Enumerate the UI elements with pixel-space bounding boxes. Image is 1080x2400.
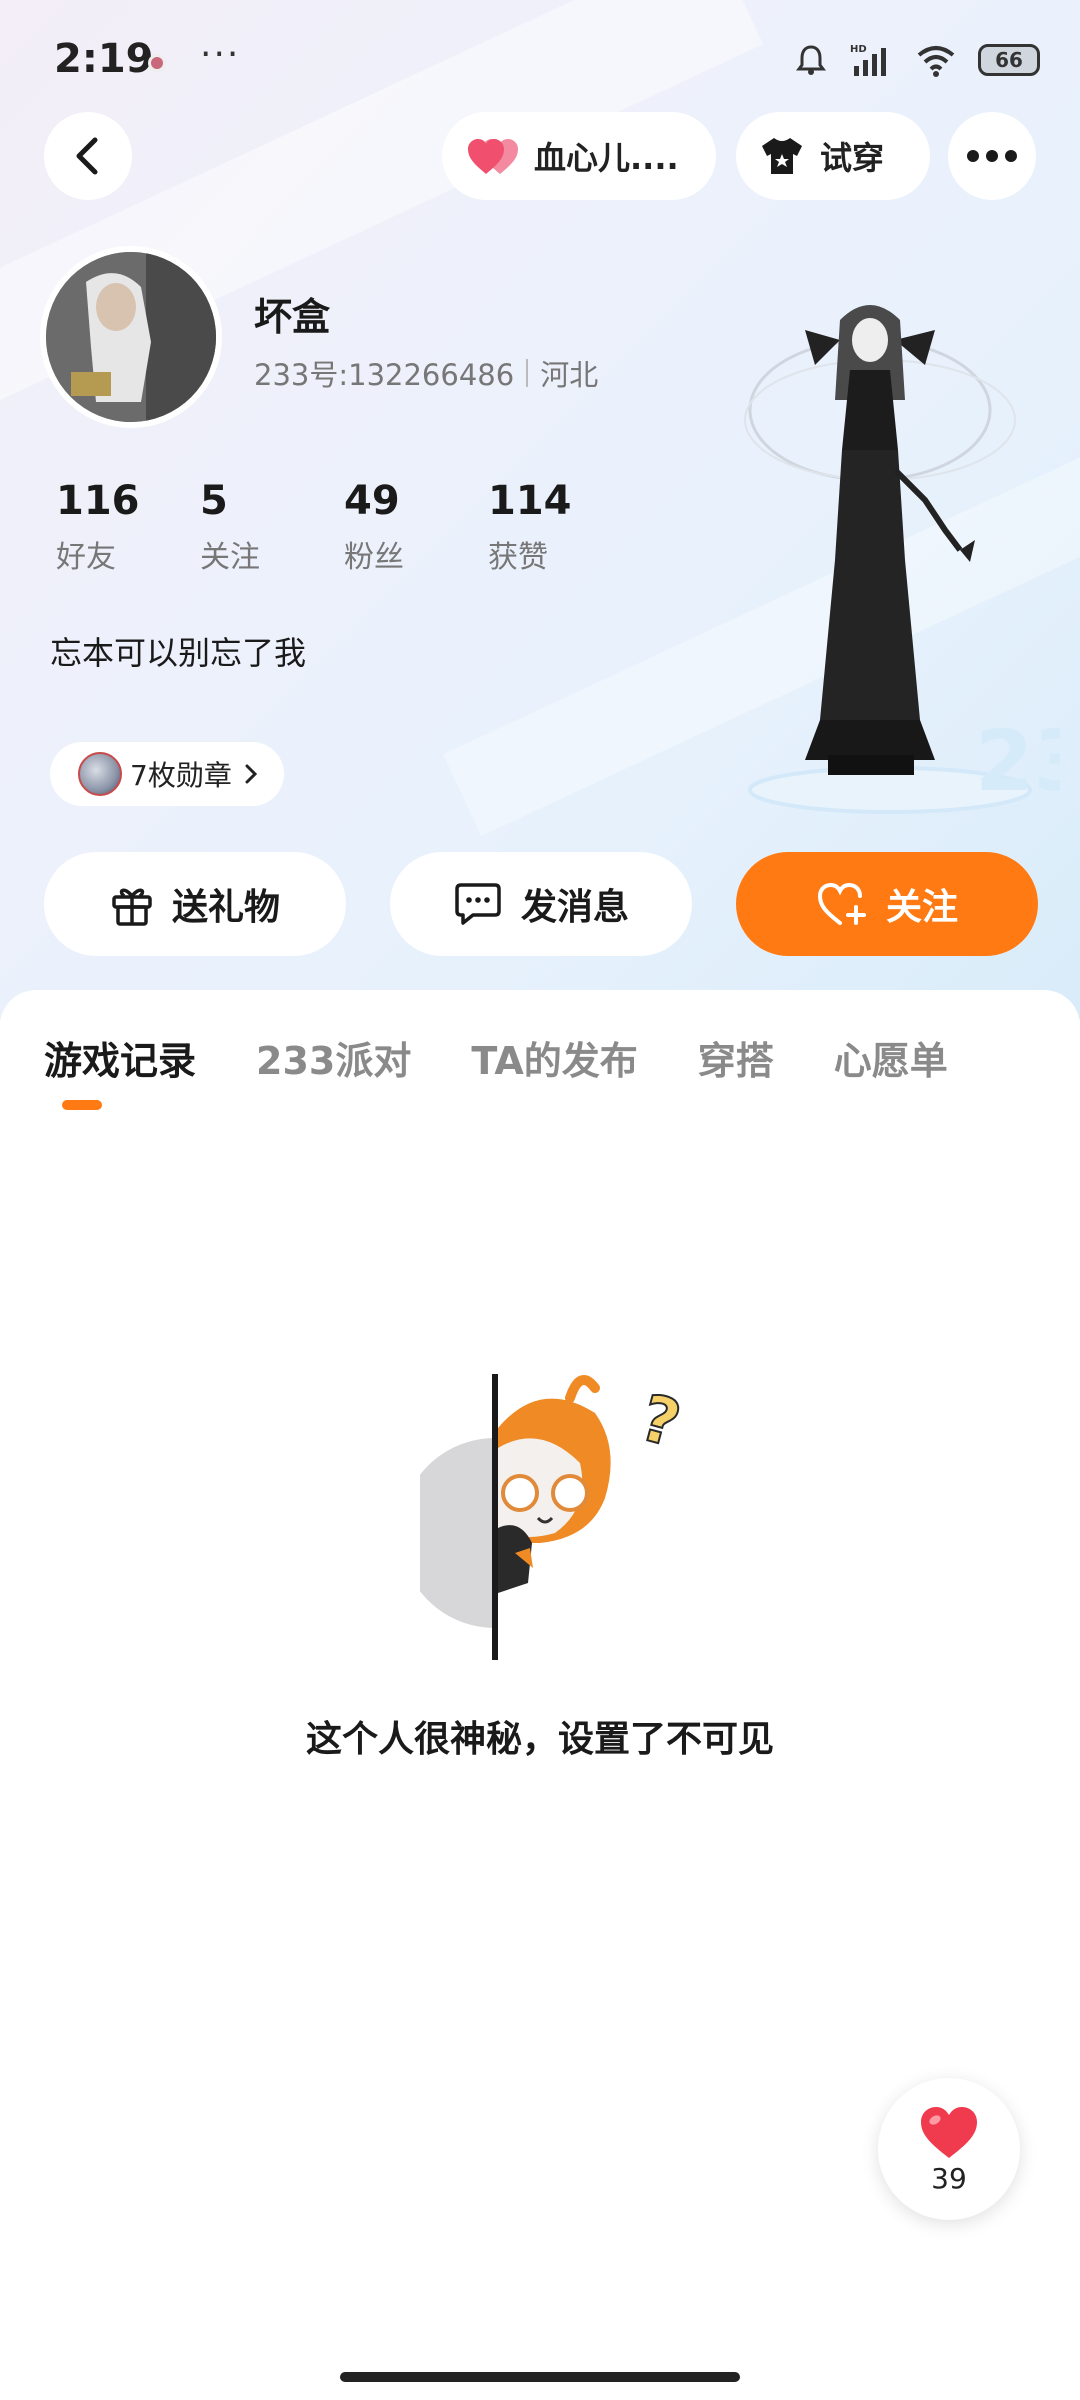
double-heart-icon (468, 139, 518, 174)
medal-icon (78, 752, 122, 796)
relationship-button[interactable]: 血心儿.... (442, 112, 716, 200)
stat-fans[interactable]: 49 粉丝 (324, 478, 468, 576)
send-gift-label: 送礼物 (171, 887, 280, 928)
heart-plus-icon (817, 882, 866, 925)
back-arrow-icon (76, 137, 98, 175)
peeking-mascot-icon: ? (420, 1374, 689, 1660)
user-id: 233号:132266486 (254, 358, 515, 392)
bio: 忘本可以别忘了我 (50, 634, 307, 672)
avatar-photo-figure (46, 252, 216, 422)
follow-button[interactable]: 关注 (736, 852, 1038, 956)
badges-label: 7枚勋章 (130, 759, 232, 792)
stat-value: 116 (56, 478, 140, 524)
heart-icon (921, 2106, 977, 2158)
try-on-label: 试穿 (820, 139, 885, 177)
badges-button[interactable]: 7枚勋章 (50, 742, 284, 806)
send-gift-button[interactable]: 送礼物 (44, 852, 346, 956)
uid-line: 233号:132266486 河北 (254, 352, 598, 394)
stat-label: 好友 (56, 540, 116, 575)
svg-text:?: ? (633, 1381, 688, 1462)
status-indicators: HD 66 (794, 42, 1040, 78)
tab-233-party[interactable]: 233派对 (256, 1030, 411, 1085)
more-options-button[interactable] (948, 112, 1036, 200)
gift-icon (112, 888, 152, 926)
tshirt-icon (762, 138, 802, 174)
status-time: 2:19 (54, 36, 154, 82)
home-indicator[interactable] (340, 2372, 740, 2382)
send-message-button[interactable]: 发消息 (390, 852, 692, 956)
stat-value: 114 (488, 478, 572, 524)
like-button[interactable]: 39 (878, 2078, 1020, 2220)
chat-bubble-icon (455, 883, 501, 925)
region: 河北 (540, 358, 599, 392)
nickname: 坏盒 (254, 295, 331, 339)
alarm-icon (796, 45, 826, 75)
status-more-icon: ··· (200, 34, 241, 75)
tab-posts[interactable]: TA的发布 (471, 1030, 637, 1085)
avatar[interactable] (40, 246, 222, 428)
stat-value: 5 (200, 478, 228, 524)
stat-label: 粉丝 (344, 540, 404, 575)
stat-friends[interactable]: 116 好友 (36, 478, 180, 576)
active-tab-indicator (62, 1100, 102, 1110)
empty-state-text: 这个人很神秘，设置了不可见 (305, 1719, 774, 1760)
relationship-label: 血心儿.... (534, 139, 679, 177)
stat-likes[interactable]: 114 获赞 (468, 478, 612, 576)
status-bar: 2:19 ··· HD 66 (0, 0, 1080, 120)
stat-label: 获赞 (488, 540, 548, 575)
svg-text:HD: HD (850, 44, 867, 55)
stat-following[interactable]: 5 关注 (180, 478, 324, 576)
signal-icon: HD (850, 44, 886, 76)
like-count: 39 (931, 2161, 967, 2195)
avatar-3d-figure[interactable] (720, 300, 1060, 820)
tab-outfits[interactable]: 穿搭 (698, 1030, 774, 1085)
tab-game-records[interactable]: 游戏记录 (44, 1030, 196, 1085)
wifi-icon (917, 46, 955, 77)
tab-bar: 游戏记录 233派对 TA的发布 穿搭 心愿单 (44, 1030, 948, 1085)
send-message-label: 发消息 (520, 887, 629, 928)
chevron-right-icon (245, 764, 257, 784)
stat-label: 关注 (200, 540, 260, 575)
tab-wishlist[interactable]: 心愿单 (834, 1030, 948, 1085)
divider (526, 359, 529, 387)
try-on-button[interactable]: 试穿 (736, 112, 930, 200)
more-dots-icon (967, 150, 1017, 162)
avatar-photo (46, 252, 216, 422)
stat-value: 49 (344, 478, 400, 524)
notification-dot-icon (148, 54, 166, 72)
battery-indicator: 66 (978, 44, 1040, 76)
back-button[interactable] (44, 112, 132, 200)
stats-row: 116 好友 5 关注 49 粉丝 114 获赞 (36, 478, 612, 576)
follow-label: 关注 (885, 887, 958, 928)
